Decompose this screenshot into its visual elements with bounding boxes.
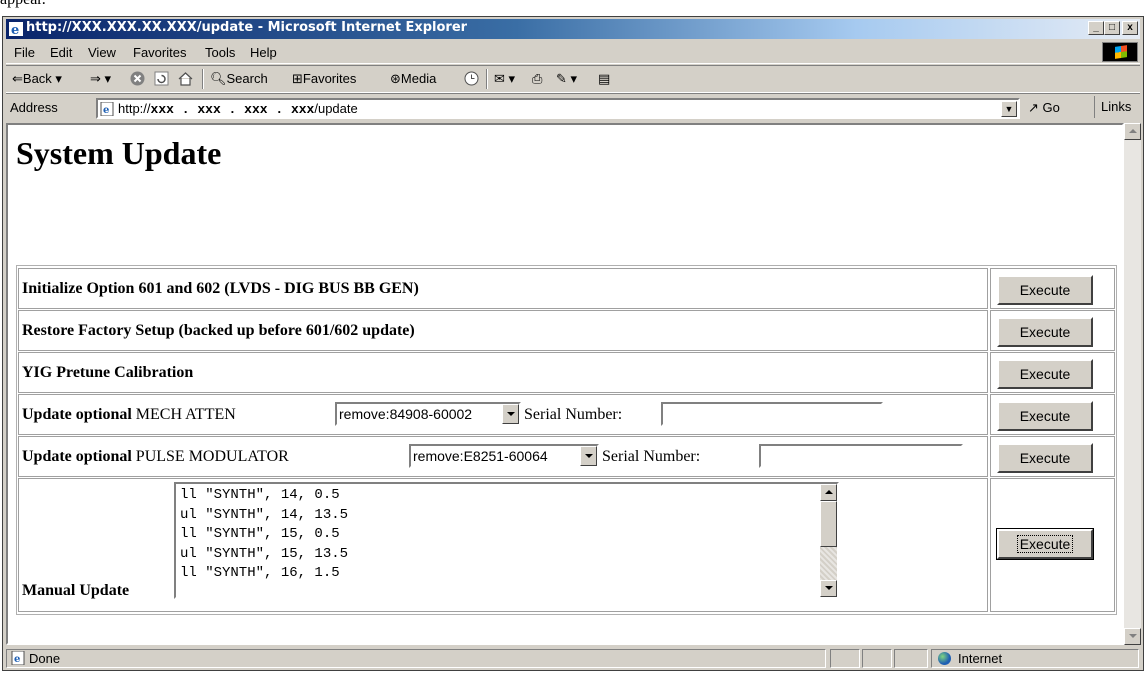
forward-button[interactable]: ⇒ ▾ — [90, 71, 111, 87]
scroll-up-button[interactable] — [1124, 123, 1141, 140]
window-title: http://XXX.XXX.XX.XXX/update - Microsoft… — [26, 20, 468, 35]
row-label: YIG Pretune Calibration — [22, 364, 194, 381]
execute-button-mech-atten[interactable]: Execute — [997, 401, 1093, 431]
execute-button-pulse-modulator[interactable]: Execute — [997, 443, 1093, 473]
discuss-icon[interactable]: ▤ — [598, 71, 610, 87]
mail-icon: ✉ — [494, 71, 505, 86]
menu-tools[interactable]: Tools — [205, 45, 235, 60]
address-dropdown-button[interactable]: ▼ — [1001, 101, 1017, 117]
menu-edit[interactable]: Edit — [50, 45, 72, 60]
row-label: Restore Factory Setup (backed up before … — [22, 322, 415, 339]
menu-favorites[interactable]: Favorites — [133, 45, 186, 60]
row-label: Update optional PULSE MODULATOR — [22, 448, 289, 465]
refresh-icon[interactable] — [154, 71, 169, 86]
print-icon[interactable]: ⎙ — [532, 71, 542, 87]
mech-atten-select[interactable]: remove:84908-60002 — [335, 402, 521, 426]
go-button[interactable]: ↗ Go — [1028, 100, 1060, 116]
links-button[interactable]: Links — [1094, 96, 1131, 118]
search-icon: 🔍︎ — [210, 71, 227, 86]
address-url: http://xxx . xxx . xxx . xxx/update — [118, 101, 358, 117]
manual-update-textarea[interactable]: ll "SYNTH", 14, 0.5 ul "SYNTH", 14, 13.5… — [174, 482, 839, 599]
table-row: Restore Factory Setup (backed up before … — [18, 310, 1115, 351]
chevron-down-icon[interactable] — [502, 404, 519, 424]
page-vertical-scrollbar[interactable] — [1124, 123, 1141, 645]
pulse-modulator-serial-input[interactable] — [759, 444, 963, 468]
edit-button[interactable]: ✎ ▾ — [556, 71, 577, 87]
search-button[interactable]: 🔍︎Search — [210, 71, 268, 87]
row-label: Update optional MECH ATTEN — [22, 406, 236, 423]
title-bar[interactable]: e http://XXX.XXX.XX.XXX/update - Microso… — [6, 19, 1140, 39]
zone-text: Internet — [958, 651, 1003, 666]
globe-icon — [938, 652, 951, 665]
mech-atten-serial-input[interactable] — [661, 402, 883, 426]
mail-button[interactable]: ✉ ▾ — [494, 71, 515, 87]
back-button[interactable]: ⇐Back ▾ — [12, 71, 62, 87]
forward-arrow-icon: ⇒ — [90, 71, 101, 86]
manual-update-text: ll "SYNTH", 14, 0.5 ul "SYNTH", 14, 13.5… — [180, 487, 349, 581]
page-icon: e — [100, 102, 114, 116]
serial-number-label: Serial Number: — [524, 406, 623, 423]
table-row: Manual Update ll "SYNTH", 14, 0.5 ul "SY… — [18, 478, 1115, 612]
home-icon[interactable] — [178, 71, 193, 86]
standard-toolbar: ⇐Back ▾ ⇒ ▾ 🔍︎Search ⊞Favorites ⊛Media ✉ — [6, 65, 1140, 93]
scroll-thumb[interactable] — [820, 501, 837, 547]
history-icon[interactable] — [464, 71, 479, 86]
favorites-icon: ⊞ — [292, 71, 303, 86]
favorites-button[interactable]: ⊞Favorites — [292, 71, 356, 87]
execute-button-yig-pretune[interactable]: Execute — [997, 359, 1093, 389]
close-button[interactable]: x — [1122, 21, 1138, 35]
row-label: Initialize Option 601 and 602 (LVDS - DI… — [22, 280, 419, 297]
pulse-modulator-select[interactable]: remove:E8251-60064 — [409, 444, 599, 468]
edit-icon: ✎ — [556, 71, 567, 86]
svg-text:e: e — [103, 105, 109, 116]
execute-button-initialize-option[interactable]: Execute — [997, 275, 1093, 305]
table-row: YIG Pretune Calibration Execute — [18, 352, 1115, 393]
back-arrow-icon: ⇐ — [12, 71, 23, 86]
serial-number-label: Serial Number: — [602, 448, 701, 465]
address-input[interactable]: e http://xxx . xxx . xxx . xxx/update ▼ — [96, 98, 1020, 119]
status-bar: e Done Internet — [6, 647, 1140, 669]
menu-bar: File Edit View Favorites Tools Help — [6, 41, 1140, 64]
menu-view[interactable]: View — [88, 45, 116, 60]
page-title: System Update — [16, 135, 222, 171]
stop-icon[interactable] — [130, 71, 145, 86]
update-table: Initialize Option 601 and 602 (LVDS - DI… — [16, 265, 1117, 615]
page-top-clipped-text: appear. — [0, 0, 46, 9]
svg-text:e: e — [14, 654, 20, 665]
page-icon: e — [11, 651, 25, 665]
scroll-down-button[interactable] — [1124, 628, 1141, 645]
execute-button-manual-update[interactable]: Execute — [996, 528, 1094, 560]
menu-file[interactable]: File — [14, 45, 35, 60]
scroll-down-button[interactable] — [820, 580, 837, 597]
status-text: Done — [29, 651, 61, 666]
maximize-button[interactable]: □ — [1104, 21, 1120, 35]
manual-update-label: Manual Update — [22, 582, 130, 599]
scroll-up-button[interactable] — [820, 484, 837, 501]
address-bar: Address e http://xxx . xxx . xxx . xxx/u… — [6, 93, 1140, 122]
address-label: Address — [10, 100, 58, 115]
chevron-down-icon[interactable] — [580, 446, 597, 466]
menu-help[interactable]: Help — [250, 45, 277, 60]
go-arrow-icon: ↗ — [1028, 100, 1039, 115]
media-button[interactable]: ⊛Media — [390, 71, 436, 87]
svg-text:e: e — [11, 23, 19, 36]
media-icon: ⊛ — [390, 71, 401, 86]
ie-logo-icon: e — [9, 22, 23, 36]
windows-logo-icon — [1102, 42, 1138, 62]
table-row: Update optional MECH ATTEN remove:84908-… — [18, 394, 1115, 435]
execute-button-restore-factory[interactable]: Execute — [997, 317, 1093, 347]
minimize-button[interactable]: _ — [1088, 21, 1104, 35]
table-row: Initialize Option 601 and 602 (LVDS - DI… — [18, 268, 1115, 309]
textarea-scrollbar[interactable] — [820, 484, 837, 597]
page-content: System Update Initialize Option 601 and … — [6, 123, 1124, 645]
security-zone: Internet — [931, 649, 1139, 668]
browser-window: e http://XXX.XXX.XX.XXX/update - Microso… — [2, 16, 1144, 671]
table-row: Update optional PULSE MODULATOR remove:E… — [18, 436, 1115, 477]
